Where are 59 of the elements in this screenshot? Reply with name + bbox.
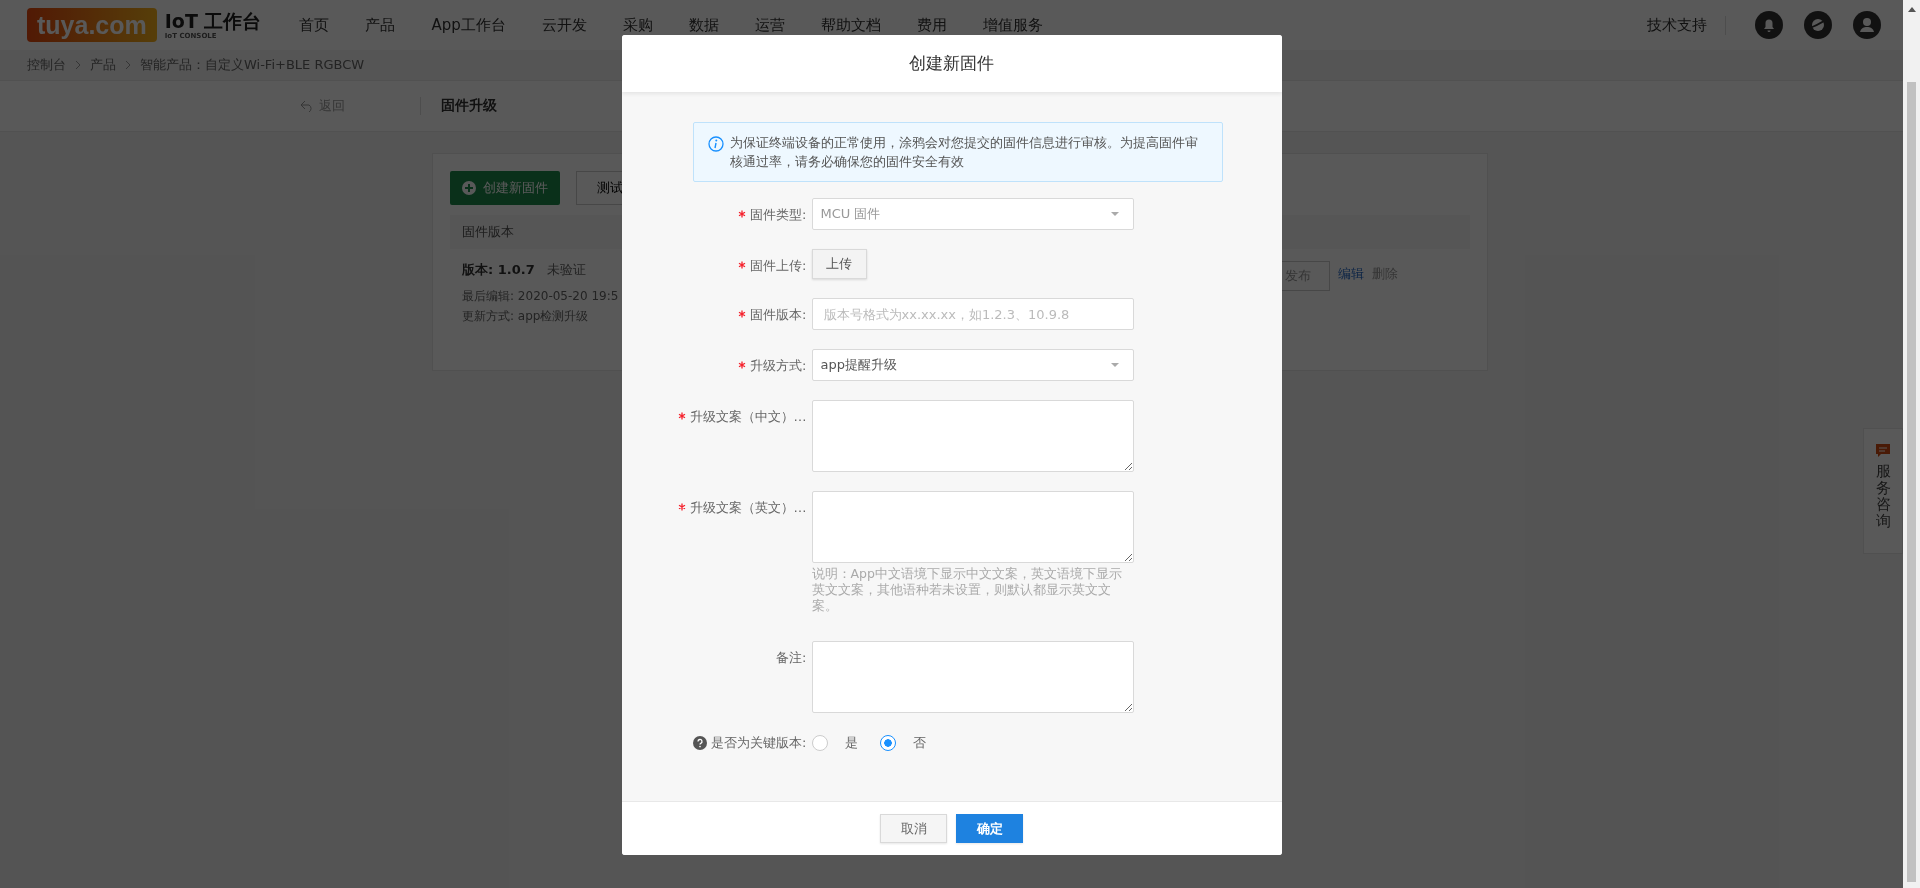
required-asterisk-icon — [677, 503, 686, 511]
service-tab[interactable]: 服务咨询 — [1863, 428, 1903, 554]
required-asterisk-icon — [738, 261, 747, 269]
service-label: 服务咨询 — [1875, 463, 1891, 529]
chevron-icon — [124, 60, 132, 70]
nav-item[interactable]: 费用 — [916, 15, 947, 35]
nav-item[interactable]: 运营 — [754, 15, 785, 35]
nav-item[interactable]: 增值服务 — [982, 15, 1043, 35]
edit-link[interactable]: 编辑 — [1338, 265, 1364, 283]
cancel-button[interactable]: 取消 — [880, 814, 947, 843]
hint-text: 说明：App中文语境下显示中文文案，英文语境下显示英文文案，其他语种若未设置，则默认都显示英文文案。 — [811, 566, 1123, 614]
page-title: 固件升级 — [420, 97, 497, 115]
nav-item[interactable]: App工作台 — [431, 15, 506, 35]
nav-item[interactable]: 采购 — [622, 15, 653, 35]
modal-title: 创建新固件 — [909, 52, 994, 75]
field-label: 是否为关键版本: — [711, 734, 807, 752]
user-icon[interactable] — [1853, 11, 1881, 39]
scrollbar[interactable] — [1903, 0, 1920, 888]
required-asterisk-icon — [738, 361, 747, 369]
field-label: 固件版本: — [750, 306, 807, 324]
return-arrow-icon — [300, 100, 314, 112]
field-label: 升级文案（英文）… — [689, 499, 807, 517]
radio-label: 否 — [912, 734, 926, 752]
required-asterisk-icon — [738, 310, 747, 318]
radio-button[interactable] — [879, 735, 896, 751]
nav-item[interactable]: 产品 — [365, 15, 396, 35]
radio-button[interactable] — [811, 735, 828, 751]
required-asterisk-icon — [677, 412, 686, 420]
radio-label: 是 — [844, 734, 858, 752]
scroll-thumb[interactable] — [1907, 82, 1916, 882]
bell-icon[interactable] — [1755, 11, 1783, 39]
select-field[interactable]: MCU 固件 — [811, 198, 1134, 230]
caret-icon — [1110, 363, 1119, 367]
upload-button[interactable]: 上传 — [811, 249, 867, 279]
logo[interactable]: tuya.com — [27, 8, 157, 42]
chat-icon — [1875, 443, 1891, 459]
field-label: 固件上传: — [750, 257, 807, 275]
brand-title: IoT 工作台 — [164, 10, 262, 32]
planet-icon[interactable] — [1804, 11, 1832, 39]
required-asterisk-icon — [738, 210, 747, 218]
field-label: 升级方式: — [750, 357, 807, 375]
field-label: 备注: — [776, 649, 807, 667]
confirm-button[interactable]: 确定 — [956, 814, 1023, 843]
nav-item[interactable]: 首页 — [299, 15, 330, 35]
plus-circle-icon — [462, 181, 476, 195]
info-icon — [707, 136, 724, 152]
help-icon[interactable] — [693, 736, 708, 750]
field-label: 升级文案（中文）… — [689, 408, 807, 426]
select-field[interactable]: app提醒升级 — [811, 349, 1134, 381]
nav-item[interactable]: 帮助文档 — [820, 15, 881, 35]
scroll-up-icon[interactable] — [1907, 7, 1916, 12]
notice-text: 为保证终端设备的正常使用，涂鸦会对您提交的固件信息进行审核。为提高固件审核通过率，请务必确保您的固件安全有效 — [729, 134, 1199, 171]
version-input[interactable]: 版本号格式为xx.xx.xx，如1.2.3、10.9.8 — [811, 298, 1134, 330]
create-firmware-button[interactable]: 创建新固件 — [450, 171, 560, 205]
support-link[interactable]: 技术支持 — [1647, 15, 1726, 35]
chevron-icon — [74, 60, 82, 70]
version-text: 版本: 1.0.7 — [462, 261, 535, 279]
nav-item[interactable]: 数据 — [688, 15, 719, 35]
nav-item[interactable]: 云开发 — [541, 15, 587, 35]
